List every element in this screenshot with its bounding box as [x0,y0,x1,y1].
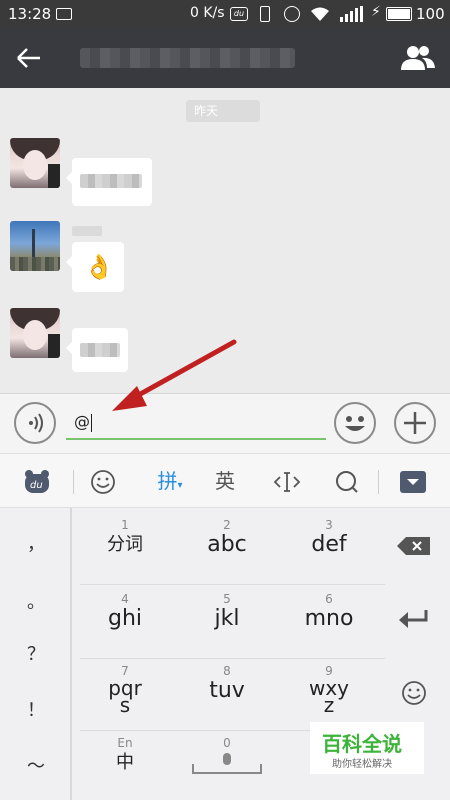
network-speed: 0 K/s [190,5,225,21]
emoji-button[interactable] [334,402,376,444]
message-bubble[interactable] [66,328,128,372]
avatar[interactable] [10,308,60,358]
emoji-key[interactable] [388,680,440,710]
watermark-title: 百科全说 [322,732,402,756]
watermark-subtitle: 助你轻松解决 [332,759,392,770]
avatar[interactable] [10,221,60,271]
key-7[interactable]: 7 pqr s [74,664,176,715]
microphone-icon [192,753,262,774]
cursor-move-icon [273,472,301,492]
message-notification-icon [56,8,72,20]
ok-hand-emoji: 👌 [84,253,114,281]
cursor-move-button[interactable] [262,454,312,509]
more-button[interactable] [394,402,436,444]
key-1[interactable]: 1 分词 [74,518,176,556]
du-bear-logo-icon: du [25,470,49,493]
key-2[interactable]: 2 abc [176,518,278,556]
enter-key[interactable] [388,608,440,634]
language-switch-key[interactable]: En 中 [74,736,176,774]
punct-key-exclaim[interactable]: ！ [0,696,72,722]
punct-key-question[interactable]: ？ [0,640,72,666]
pinyin-mode-button[interactable]: 拼▾ [145,454,195,509]
backspace-icon [397,537,430,555]
space-key[interactable]: 0 [176,736,278,780]
enter-icon [399,610,428,628]
search-icon [336,471,358,493]
watermark: 百科全说 助你轻松解决 [310,722,424,774]
collapse-keyboard-icon [400,471,426,493]
backspace-key[interactable] [388,536,440,560]
punctuation-column: ， 。 ？ ！ ～ [0,508,72,800]
blurred-message-text [80,343,120,357]
status-time: 13:28 [8,5,52,23]
emoji-face-button[interactable] [78,454,128,509]
search-button[interactable] [322,454,372,509]
punct-key-tilde[interactable]: ～ [0,752,72,778]
chat-area[interactable]: 昨天 👌 [0,88,450,393]
signal-icon [340,6,363,22]
key-3[interactable]: 3 def [278,518,380,556]
key-5[interactable]: 5 jkl [176,592,278,630]
voice-input-icon [29,413,43,433]
smiley-icon [345,416,365,431]
charging-icon: ⚡ [371,4,381,20]
sender-name [72,226,102,236]
du-logo-button[interactable]: du [12,454,62,509]
message-bubble[interactable] [66,158,152,206]
input-text: @ [74,412,90,431]
dropdown-caret-icon: ▾ [177,480,183,491]
key-4[interactable]: 4 ghi [74,592,176,630]
message-bubble[interactable]: 👌 [66,242,124,292]
svg-text:du: du [30,480,43,491]
wifi-icon [311,7,329,21]
avatar[interactable] [10,138,60,188]
punct-key-comma[interactable]: ， [0,530,72,556]
chat-title [80,48,295,68]
collapse-keyboard-button[interactable] [388,454,438,509]
vibrate-icon [260,6,270,22]
battery-icon [386,7,412,21]
key-8[interactable]: 8 tuv [176,664,278,702]
battery-percent: 100 [416,5,445,23]
alarm-icon [284,6,300,22]
key-6[interactable]: 6 mno [278,592,380,630]
group-members-icon[interactable] [400,44,436,72]
chat-input-bar: @ [0,393,450,453]
pinyin-label: 拼 [157,469,178,493]
du-app-icon: du [230,7,248,21]
app-bar [0,28,450,88]
keyboard-toolbar: du 拼▾ 英 [0,453,450,508]
arrow-left-icon[interactable] [14,44,44,72]
plus-icon [404,412,426,434]
status-bar: 13:28 0 K/s du ⚡ 100 [0,0,450,28]
message-input[interactable]: @ [66,404,326,440]
english-mode-button[interactable]: 英 [200,454,250,509]
key-9[interactable]: 9 wxy z [278,664,380,715]
blurred-message-text [80,174,142,188]
emoji-face-icon [402,681,426,705]
emoji-face-icon [91,470,115,494]
voice-input-button[interactable] [14,402,56,444]
punct-key-period[interactable]: 。 [0,588,72,614]
timestamp-label: 昨天 [186,100,260,122]
